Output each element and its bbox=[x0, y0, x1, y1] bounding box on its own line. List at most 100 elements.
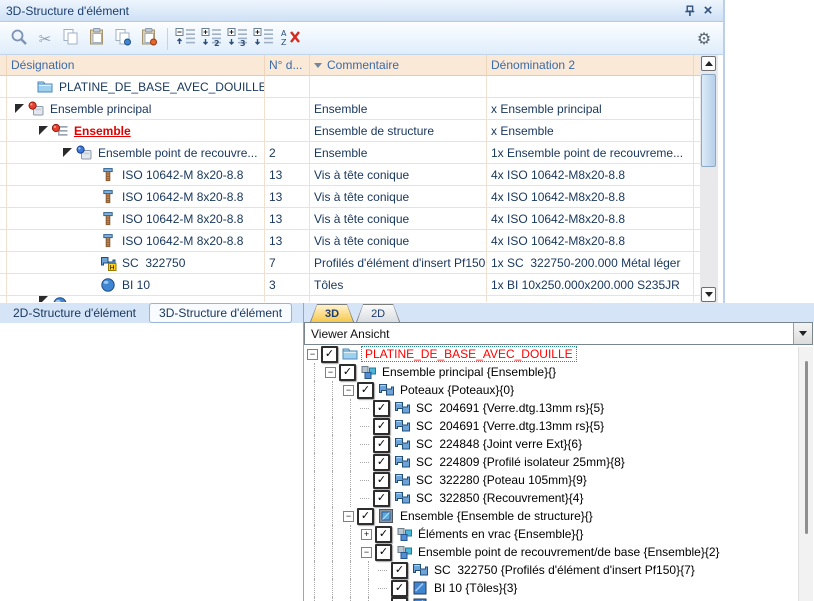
table-row[interactable]: PLATINE_DE_BASE_AVEC_DOUILLE bbox=[0, 76, 700, 98]
tree-row[interactable]: +✓ Éléments en vrac {Ensemble}{} bbox=[304, 525, 799, 543]
tree-node-label[interactable]: SC 224848 {Joint verre Ext}{6} bbox=[413, 437, 585, 451]
paste-button[interactable] bbox=[84, 26, 110, 52]
table-row[interactable]: ISO 10642-M 8x20-8.813Vis à tête conique… bbox=[0, 164, 700, 186]
visibility-checkbox[interactable]: ✓ bbox=[373, 418, 390, 435]
scroll-down-button[interactable] bbox=[701, 287, 716, 302]
collapse-box-icon[interactable]: − bbox=[307, 349, 318, 360]
assembly-red-icon bbox=[28, 101, 45, 117]
visibility-checkbox[interactable]: ✓ bbox=[373, 490, 390, 507]
close-icon[interactable]: × bbox=[699, 3, 717, 19]
tree-row[interactable]: −✓ Ensemble principal {Ensemble}{} bbox=[304, 363, 799, 381]
clear-sort-button[interactable]: AZ bbox=[277, 26, 303, 52]
viewer-tab-3d[interactable]: 3D bbox=[310, 304, 354, 322]
table-row[interactable]: ISO 10642-M 8x20-8.813Vis à tête conique… bbox=[0, 186, 700, 208]
column-header-Commentaire[interactable]: Commentaire bbox=[310, 55, 487, 76]
cut-button[interactable]: ✂ bbox=[32, 26, 58, 52]
visibility-checkbox[interactable]: ✓ bbox=[339, 364, 356, 381]
tree-row[interactable]: ✓ SC 204691 {Verre.dtg.13mm rs}{5} bbox=[304, 399, 799, 417]
tree-node-label[interactable]: Poteaux {Poteaux}{0} bbox=[397, 383, 517, 397]
comment-cell: Vis à tête conique bbox=[310, 164, 487, 186]
visibility-checkbox[interactable]: ✓ bbox=[391, 562, 408, 579]
search-button[interactable] bbox=[6, 26, 32, 52]
tree-scroll-thumb[interactable] bbox=[805, 361, 808, 534]
tree-node-label[interactable]: Éléments en vrac {Ensemble}{} bbox=[415, 527, 586, 541]
collapse-box-icon[interactable]: − bbox=[361, 547, 372, 558]
tree-row[interactable]: ✓ SC 204691 {Verre.dtg.13mm rs}{5} bbox=[304, 417, 799, 435]
table-vertical-scrollbar[interactable] bbox=[700, 55, 718, 303]
column-header-blank[interactable] bbox=[0, 55, 7, 76]
paste-special-button[interactable] bbox=[136, 26, 162, 52]
scroll-up-button[interactable] bbox=[701, 56, 716, 71]
visibility-checkbox[interactable]: ✓ bbox=[375, 526, 392, 543]
scroll-thumb[interactable] bbox=[701, 74, 716, 167]
table-row[interactable]: HSC 3227507Profilés d'élément d'insert P… bbox=[0, 252, 700, 274]
dock-tab-2d[interactable]: 2D-Structure d'élément bbox=[4, 304, 145, 322]
table-row[interactable]: BI 103Tôles1x BI 10x250.000x200.000 S235… bbox=[0, 274, 700, 296]
tree-row[interactable]: −✓ Ensemble {Ensemble de structure}{} bbox=[304, 507, 799, 525]
tree-vertical-scrollbar[interactable] bbox=[798, 347, 813, 601]
plate-icon bbox=[412, 597, 429, 601]
collapse-box-icon[interactable]: − bbox=[343, 385, 354, 396]
table-row[interactable]: Ensemble point de recouvre...2Ensemble1x… bbox=[0, 142, 700, 164]
visibility-checkbox[interactable]: ✓ bbox=[373, 436, 390, 453]
tree-row[interactable]: −✓ PLATINE_DE_BASE_AVEC_DOUILLE bbox=[304, 345, 799, 363]
tree-row[interactable]: −✓ Ensemble point de recouvrement/de base… bbox=[304, 543, 799, 561]
table-row[interactable]: ISO 10642-M 8x20-8.813Vis à tête conique… bbox=[0, 230, 700, 252]
tree-row[interactable]: ✓ BI 10 {Tôles}{3} bbox=[304, 579, 799, 597]
copy-button[interactable] bbox=[58, 26, 84, 52]
tree-node-label[interactable]: Ensemble point de recouvrement/de base {… bbox=[415, 545, 723, 559]
expanded-triangle-icon[interactable] bbox=[39, 296, 48, 302]
tree-node-label[interactable]: PLATINE_DE_BASE_AVEC_DOUILLE bbox=[361, 346, 577, 362]
visibility-checkbox[interactable]: ✓ bbox=[375, 544, 392, 561]
visibility-checkbox[interactable]: ✓ bbox=[321, 346, 338, 363]
expanded-triangle-icon[interactable] bbox=[39, 126, 48, 135]
tree-row[interactable]: ✓ SC 224809 {Profilé isolateur 25mm}{8} bbox=[304, 453, 799, 471]
tree-node-label[interactable]: SC 224809 {Profilé isolateur 25mm}{8} bbox=[413, 455, 628, 469]
tree-node-label[interactable]: SC 322850 {Recouvrement}{4} bbox=[413, 491, 586, 505]
visibility-checkbox[interactable]: ✓ bbox=[373, 454, 390, 471]
viewer-tab-2d[interactable]: 2D bbox=[356, 304, 400, 322]
view-select[interactable]: Viewer Ansicht bbox=[304, 322, 813, 345]
tree-node-label[interactable]: SC 204691 {Verre.dtg.13mm rs}{5} bbox=[413, 419, 607, 433]
collapse-box-icon[interactable]: − bbox=[325, 367, 336, 378]
tree-row[interactable]: ✓ bbox=[304, 597, 799, 601]
expand-box-icon[interactable]: + bbox=[361, 529, 372, 540]
settings-button[interactable]: ⚙ bbox=[691, 26, 717, 52]
tree-row[interactable]: ✓ SC 322750 {Profilés d'élément d'insert … bbox=[304, 561, 799, 579]
tree-row[interactable]: −✓ Poteaux {Poteaux}{0} bbox=[304, 381, 799, 399]
tree-node-label[interactable]: Ensemble {Ensemble de structure}{} bbox=[397, 509, 596, 523]
copy-special-button[interactable] bbox=[110, 26, 136, 52]
visibility-checkbox[interactable]: ✓ bbox=[391, 580, 408, 597]
expand-level-3-button[interactable]: 3 bbox=[225, 26, 251, 52]
tree-row[interactable]: ✓ SC 322850 {Recouvrement}{4} bbox=[304, 489, 799, 507]
collapse-all-button[interactable] bbox=[173, 26, 199, 52]
tree-node-label[interactable]: SC 322750 {Profilés d'élément d'insert P… bbox=[431, 563, 698, 577]
tree-row[interactable]: ✓ SC 322280 {Poteau 105mm}{9} bbox=[304, 471, 799, 489]
visibility-checkbox[interactable]: ✓ bbox=[357, 382, 374, 399]
expand-all-button[interactable] bbox=[251, 26, 277, 52]
table-row[interactable]: ISO 10642-M 8x20-8.813Vis à tête conique… bbox=[0, 208, 700, 230]
table-row[interactable]: EnsembleEnsemble de structurex Ensemble bbox=[0, 120, 700, 142]
tree-node-label[interactable]: SC 322280 {Poteau 105mm}{9} bbox=[413, 473, 590, 487]
tree-node-label[interactable]: Ensemble principal {Ensemble}{} bbox=[379, 365, 559, 379]
tree-connector-stub bbox=[378, 579, 389, 597]
column-header-label: Dénomination 2 bbox=[491, 58, 575, 72]
tree-node-label[interactable]: BI 10 {Tôles}{3} bbox=[431, 581, 520, 595]
visibility-checkbox[interactable]: ✓ bbox=[391, 597, 408, 601]
pin-icon[interactable] bbox=[681, 3, 699, 19]
expanded-triangle-icon[interactable] bbox=[63, 148, 72, 157]
dock-tab-3d[interactable]: 3D-Structure d'élément bbox=[149, 303, 292, 323]
tree-row[interactable]: ✓ SC 224848 {Joint verre Ext}{6} bbox=[304, 435, 799, 453]
column-header-Désignation[interactable]: Désignation bbox=[7, 55, 265, 76]
expand-level-2-button[interactable]: 2 bbox=[199, 26, 225, 52]
collapse-box-icon[interactable]: − bbox=[343, 511, 354, 522]
column-header-N° d...[interactable]: N° d... bbox=[265, 55, 310, 76]
table-row[interactable]: Ensemble principalEnsemblex Ensemble pri… bbox=[0, 98, 700, 120]
visibility-checkbox[interactable]: ✓ bbox=[373, 472, 390, 489]
expanded-triangle-icon[interactable] bbox=[15, 104, 24, 113]
column-header-Dénomination 2[interactable]: Dénomination 2 bbox=[487, 55, 694, 76]
visibility-checkbox[interactable]: ✓ bbox=[357, 508, 374, 525]
chevron-down-icon[interactable] bbox=[793, 323, 812, 344]
visibility-checkbox[interactable]: ✓ bbox=[373, 400, 390, 417]
tree-node-label[interactable]: SC 204691 {Verre.dtg.13mm rs}{5} bbox=[413, 401, 607, 415]
